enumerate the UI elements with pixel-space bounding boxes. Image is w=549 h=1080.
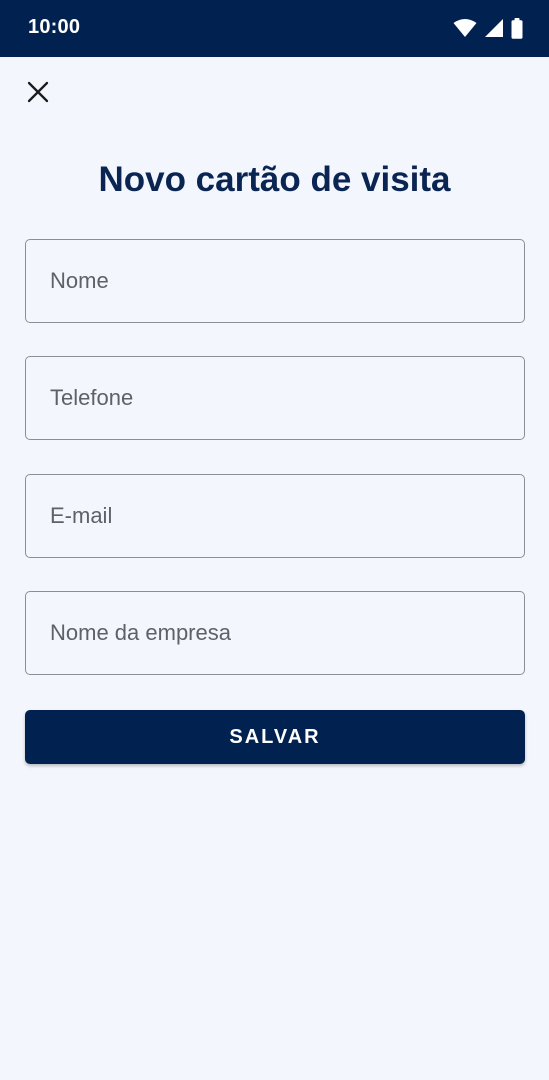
page-title: Novo cartão de visita [98, 160, 451, 199]
status-time: 10:00 [28, 16, 81, 38]
close-button[interactable] [18, 74, 58, 114]
email-field[interactable] [25, 474, 525, 558]
company-input[interactable] [26, 592, 524, 674]
status-icons [453, 17, 523, 39]
email-input[interactable] [26, 475, 524, 557]
wifi-icon [453, 18, 477, 38]
name-field[interactable] [25, 239, 525, 323]
battery-icon [511, 17, 523, 39]
company-field[interactable] [25, 591, 525, 675]
save-button[interactable]: SALVAR [25, 710, 525, 764]
phone-field[interactable] [25, 356, 525, 440]
signal-icon [484, 18, 504, 38]
phone-input[interactable] [26, 357, 524, 439]
close-icon [26, 80, 50, 109]
status-bar: 10:00 [0, 0, 549, 57]
name-input[interactable] [26, 240, 524, 322]
